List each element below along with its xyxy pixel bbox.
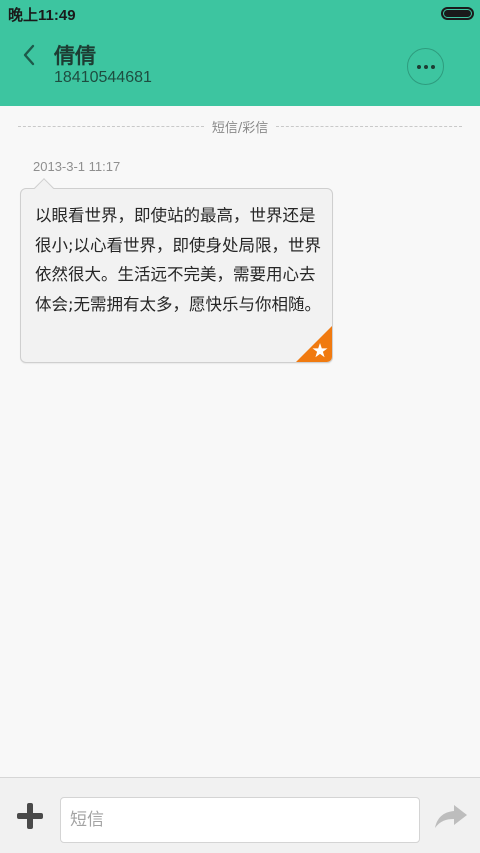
status-time: 晚上11:49 — [8, 7, 76, 24]
message-bubble[interactable]: 以眼看世界，即使站的最高，世界还是很小;以心看世界，即使身处局限，世界依然很大。… — [20, 188, 333, 363]
send-arrow-icon[interactable] — [434, 803, 468, 829]
battery-level-fill — [444, 10, 471, 17]
more-options-button[interactable] — [407, 48, 444, 85]
message-timestamp: 2013-3-1 11:17 — [33, 159, 121, 174]
plus-icon[interactable] — [16, 802, 44, 830]
composer-bar — [0, 777, 480, 853]
divider-line — [276, 125, 463, 127]
more-dot — [430, 64, 435, 69]
star-icon — [296, 326, 332, 362]
contact-name: 倩倩 — [54, 44, 96, 68]
status-bar: 晚上11:49 — [0, 0, 480, 26]
message-input[interactable] — [60, 797, 420, 843]
conversation-header: 倩倩 18410544681 — [0, 26, 480, 106]
more-horizontal-icon — [416, 64, 421, 69]
message-type-label: 短信/彩信 — [211, 120, 269, 136]
battery-icon — [441, 7, 474, 20]
message-type-divider: 短信/彩信 — [18, 117, 463, 136]
message-text: 以眼看世界，即使站的最高，世界还是很小;以心看世界，即使身处局限，世界依然很大。… — [35, 206, 322, 314]
more-dot — [423, 64, 428, 69]
contact-number: 18410544681 — [54, 69, 152, 86]
divider-line — [18, 125, 204, 127]
chevron-left-icon — [23, 44, 35, 66]
back-button[interactable] — [14, 40, 44, 70]
